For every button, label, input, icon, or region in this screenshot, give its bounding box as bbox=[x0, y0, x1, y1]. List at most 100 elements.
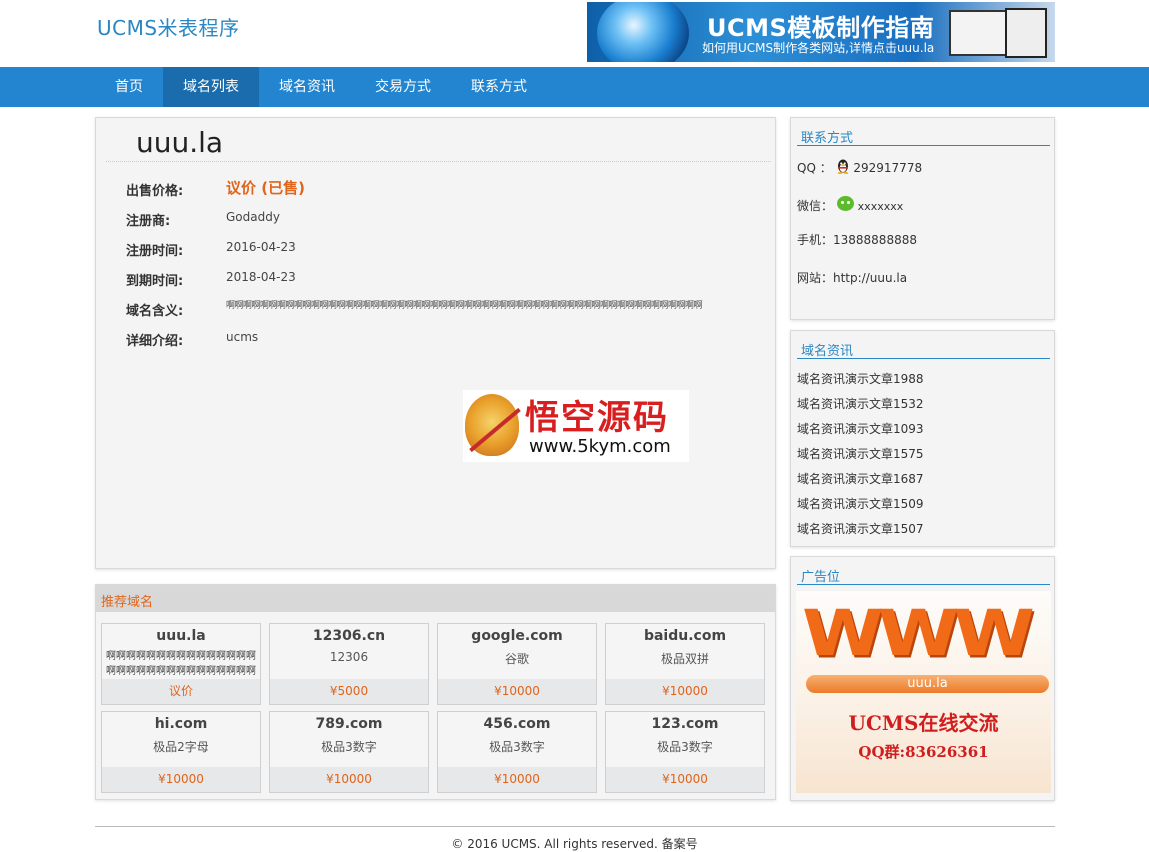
reg-date-value: 2016-04-23 bbox=[226, 240, 296, 254]
watermark-brand: 悟空源码 bbox=[525, 398, 669, 438]
website-text[interactable]: 网站：http://uuu.la bbox=[797, 269, 907, 286]
main-nav: 首页 域名列表 域名资讯 交易方式 联系方式 bbox=[0, 67, 1149, 107]
expiry-date-value: 2018-04-23 bbox=[226, 270, 296, 284]
news-link[interactable]: 域名资讯演示文章1988 bbox=[797, 370, 924, 387]
domain-title: uuu.la bbox=[136, 126, 224, 159]
site-logo[interactable]: UCMS米表程序 bbox=[97, 12, 240, 41]
ad-domain-bar: uuu.la bbox=[806, 675, 1049, 693]
card-description: 啊啊啊啊啊啊啊啊啊啊啊啊啊啊啊啊啊啊啊啊啊啊啊啊啊啊啊啊啊啊 bbox=[106, 651, 256, 677]
card-domain-name: google.com bbox=[471, 628, 563, 644]
card-domain-name: uuu.la bbox=[156, 628, 206, 644]
domain-card[interactable]: hi.com 极品2字母 ¥10000 bbox=[101, 711, 261, 793]
banner-subtitle: 如何用UCMS制作各类网站,详情点击uuu.la bbox=[702, 41, 935, 55]
card-description: 12306 bbox=[329, 650, 369, 664]
card-price: ¥10000 bbox=[438, 679, 596, 704]
title-divider bbox=[106, 161, 771, 162]
domain-card[interactable]: 12306.cn 12306 ¥5000 bbox=[269, 623, 429, 705]
ad-qq-group: QQ群:83626361 bbox=[858, 743, 989, 761]
nav-domain-list[interactable]: 域名列表 bbox=[163, 67, 259, 107]
card-price: ¥10000 bbox=[102, 767, 260, 792]
tablet-graphic bbox=[1005, 8, 1047, 58]
footer-copyright: © 2016 UCMS. All rights reserved. 备案号 bbox=[451, 837, 698, 851]
card-description: 极品3数字 bbox=[657, 740, 713, 754]
reg-date-label: 注册时间: bbox=[126, 244, 184, 259]
recommended-domains-panel: 推荐域名 uuu.la 啊啊啊啊啊啊啊啊啊啊啊啊啊啊啊啊啊啊啊啊啊啊啊啊啊啊啊啊… bbox=[95, 584, 776, 800]
card-description: 极品3数字 bbox=[489, 740, 545, 754]
card-domain-name: 456.com bbox=[483, 716, 551, 732]
card-price: ¥10000 bbox=[438, 767, 596, 792]
intro-label: 详细介绍: bbox=[126, 334, 184, 349]
registrar-label: 注册商: bbox=[126, 214, 171, 229]
watermark-logo: 悟空源码 www.5kym.com bbox=[463, 390, 689, 462]
card-price: ¥5000 bbox=[270, 679, 428, 704]
domain-detail-panel: uuu.la 出售价格: 议价 (已售) 注册商: Godaddy 注册时间: … bbox=[95, 117, 776, 569]
intro-value: ucms bbox=[226, 330, 259, 344]
card-price: ¥10000 bbox=[606, 767, 764, 792]
card-description: 极品2字母 bbox=[153, 740, 209, 754]
contact-title: 联系方式 bbox=[801, 131, 854, 146]
footer-divider bbox=[95, 826, 1055, 827]
banner-title: UCMS模板制作指南 bbox=[707, 14, 935, 42]
qq-penguin-icon bbox=[836, 158, 850, 174]
card-domain-name: baidu.com bbox=[643, 628, 727, 644]
header-banner-ad[interactable]: UCMS模板制作指南 如何用UCMS制作各类网站,详情点击uuu.la bbox=[587, 2, 1055, 62]
news-link[interactable]: 域名资讯演示文章1687 bbox=[797, 470, 924, 487]
globe-graphic bbox=[597, 2, 689, 62]
nav-home[interactable]: 首页 bbox=[95, 67, 163, 107]
nav-trade[interactable]: 交易方式 bbox=[355, 67, 451, 107]
qq-row: QQ ： 292917778 bbox=[797, 158, 922, 176]
watermark-url: www.5kym.com bbox=[529, 436, 671, 457]
ad-title: 广告位 bbox=[801, 570, 841, 585]
news-link[interactable]: 域名资讯演示文章1509 bbox=[797, 495, 924, 512]
ad-divider bbox=[797, 584, 1050, 585]
domain-card[interactable]: google.com 谷歌 ¥10000 bbox=[437, 623, 597, 705]
expiry-date-label: 到期时间: bbox=[126, 274, 184, 289]
news-link[interactable]: 域名资讯演示文章1093 bbox=[797, 420, 924, 437]
price-value: 议价 (已售) bbox=[226, 179, 305, 197]
card-price: 议价 bbox=[102, 679, 260, 704]
recommended-title: 推荐域名 bbox=[101, 595, 154, 610]
wechat-row: 微信： xxxxxxx bbox=[797, 196, 903, 214]
meaning-value: 啊啊啊啊啊啊啊啊啊啊啊啊啊啊啊啊啊啊啊啊啊啊啊啊啊啊啊啊啊啊啊啊啊啊啊啊啊啊啊啊… bbox=[226, 301, 703, 311]
ad-image[interactable]: WWW uuu.la UCMS在线交流 QQ群:83626361 bbox=[796, 591, 1051, 793]
contact-panel: 联系方式 QQ ： 292917778 微信： xxxxxxx 手机：13888… bbox=[790, 117, 1055, 320]
card-domain-name: 123.com bbox=[651, 716, 719, 732]
domain-card[interactable]: 456.com 极品3数字 ¥10000 bbox=[437, 711, 597, 793]
nav-contact[interactable]: 联系方式 bbox=[451, 67, 547, 107]
wechat-label: 微信： bbox=[797, 199, 834, 213]
news-link[interactable]: 域名资讯演示文章1532 bbox=[797, 395, 924, 412]
domain-card[interactable]: baidu.com 极品双拼 ¥10000 bbox=[605, 623, 765, 705]
card-description: 谷歌 bbox=[504, 652, 529, 666]
recommended-header: 推荐域名 bbox=[96, 585, 775, 612]
qq-label: QQ ： bbox=[797, 161, 832, 175]
news-link[interactable]: 域名资讯演示文章1507 bbox=[797, 520, 924, 537]
phone-text: 手机：13888888888 bbox=[797, 233, 917, 247]
registrar-value: Godaddy bbox=[226, 210, 280, 224]
news-link[interactable]: 域名资讯演示文章1575 bbox=[797, 445, 924, 462]
domain-card[interactable]: 789.com 极品3数字 ¥10000 bbox=[269, 711, 429, 793]
ad-headline: UCMS在线交流 bbox=[848, 711, 999, 735]
meaning-label: 域名含义: bbox=[126, 304, 184, 319]
qq-number[interactable]: 292917778 bbox=[853, 161, 922, 175]
nav-domain-news[interactable]: 域名资讯 bbox=[259, 67, 355, 107]
card-domain-name: hi.com bbox=[154, 716, 208, 732]
ad-www-graphic: WWW bbox=[802, 597, 1035, 671]
news-panel: 域名资讯 域名资讯演示文章1988 域名资讯演示文章1532 域名资讯演示文章1… bbox=[790, 330, 1055, 547]
card-description: 极品双拼 bbox=[660, 652, 709, 666]
card-domain-name: 789.com bbox=[315, 716, 383, 732]
price-label: 出售价格: bbox=[126, 184, 184, 199]
card-price: ¥10000 bbox=[270, 767, 428, 792]
site-header: UCMS米表程序 UCMS模板制作指南 如何用UCMS制作各类网站,详情点击uu… bbox=[0, 0, 1149, 67]
domain-card[interactable]: 123.com 极品3数字 ¥10000 bbox=[605, 711, 765, 793]
devices-graphic bbox=[943, 6, 1051, 58]
news-title: 域名资讯 bbox=[801, 344, 854, 359]
domain-card[interactable]: uuu.la 啊啊啊啊啊啊啊啊啊啊啊啊啊啊啊啊啊啊啊啊啊啊啊啊啊啊啊啊啊啊 议价 bbox=[101, 623, 261, 705]
card-description: 极品3数字 bbox=[321, 740, 377, 754]
wechat-id: xxxxxxx bbox=[857, 200, 904, 213]
wechat-icon bbox=[836, 196, 854, 211]
ad-panel: 广告位 WWW uuu.la UCMS在线交流 QQ群:83626361 bbox=[790, 556, 1055, 801]
news-divider bbox=[797, 358, 1050, 359]
card-domain-name: 12306.cn bbox=[312, 628, 386, 644]
contact-divider bbox=[797, 145, 1050, 146]
card-price: ¥10000 bbox=[606, 679, 764, 704]
